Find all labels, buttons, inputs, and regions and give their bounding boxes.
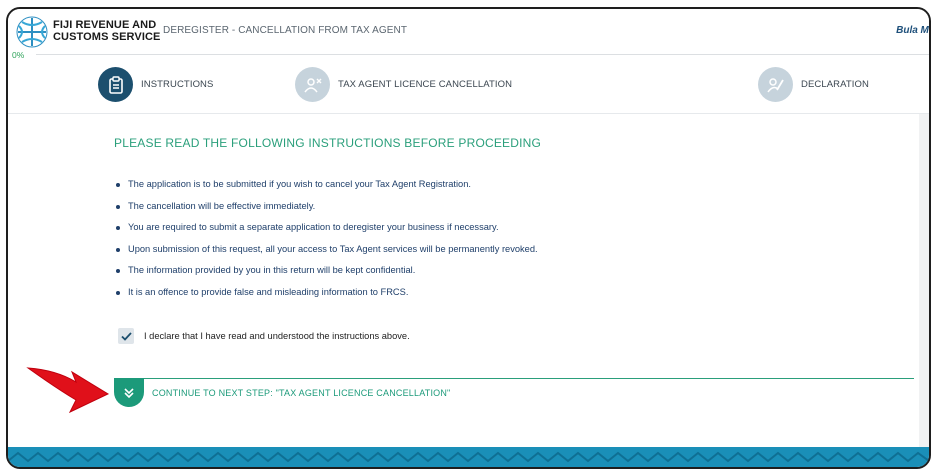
- user-greeting[interactable]: Bula Mo: [896, 25, 929, 36]
- list-item: It is an offence to provide false and mi…: [114, 282, 538, 304]
- top-header: FIJI REVENUE AND CUSTOMS SERVICE DEREGIS…: [8, 9, 929, 53]
- page-title: DEREGISTER - CANCELLATION FROM TAX AGENT: [163, 25, 408, 36]
- list-item: You are required to submit a separate ap…: [114, 217, 538, 239]
- org-name: FIJI REVENUE AND CUSTOMS SERVICE: [53, 19, 161, 43]
- step-label: DECLARATION: [801, 79, 869, 90]
- double-chevron-down-icon[interactable]: [114, 378, 144, 407]
- instructions-heading: PLEASE READ THE FOLLOWING INSTRUCTIONS B…: [114, 136, 542, 150]
- user-remove-icon: [295, 67, 330, 102]
- signature-icon: [758, 67, 793, 102]
- continue-next-step[interactable]: CONTINUE TO NEXT STEP: "TAX AGENT LICENC…: [114, 378, 914, 409]
- list-item: The application is to be submitted if yo…: [114, 174, 538, 196]
- declaration-row: I declare that I have read and understoo…: [118, 328, 410, 344]
- frcs-logo-icon: [16, 16, 48, 48]
- step-declaration[interactable]: DECLARATION: [758, 67, 869, 102]
- step-label: TAX AGENT LICENCE CANCELLATION: [338, 79, 513, 90]
- wizard-steps: INSTRUCTIONS TAX AGENT LICENCE CANCELLAT…: [8, 59, 929, 114]
- list-item: The cancellation will be effective immed…: [114, 196, 538, 218]
- red-arrow-annotation: [26, 367, 110, 414]
- step-tax-agent-licence-cancellation[interactable]: TAX AGENT LICENCE CANCELLATION: [295, 67, 512, 102]
- step-instructions[interactable]: INSTRUCTIONS: [98, 67, 213, 102]
- declaration-checkbox[interactable]: [118, 328, 134, 344]
- list-item: Upon submission of this request, all you…: [114, 239, 538, 261]
- list-item: The information provided by you in this …: [114, 260, 538, 282]
- instructions-list: The application is to be submitted if yo…: [114, 174, 538, 304]
- checkmark-icon: [120, 331, 132, 341]
- step-label: INSTRUCTIONS: [141, 79, 214, 90]
- scrollbar[interactable]: [919, 114, 929, 454]
- app-window: FIJI REVENUE AND CUSTOMS SERVICE DEREGIS…: [6, 7, 931, 469]
- clipboard-icon: [98, 67, 133, 102]
- progress-bar: [36, 54, 929, 55]
- continue-button[interactable]: CONTINUE TO NEXT STEP: "TAX AGENT LICENC…: [152, 388, 450, 398]
- declaration-label[interactable]: I declare that I have read and understoo…: [144, 331, 410, 341]
- footer-pattern: [8, 447, 929, 467]
